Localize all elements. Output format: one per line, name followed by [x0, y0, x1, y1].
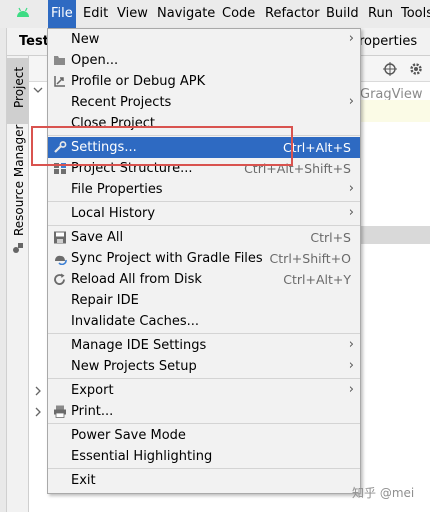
shortcut-label: Ctrl+Alt+Y [283, 272, 351, 287]
menu-item-power-save[interactable]: Power Save Mode [48, 425, 360, 446]
menu-refactor[interactable]: Refactor [262, 0, 323, 28]
menu-item-essential-highlighting[interactable]: Essential Highlighting [48, 446, 360, 467]
left-edge-strip [0, 28, 7, 512]
android-icon [17, 7, 29, 17]
menu-item-manage-ide-settings[interactable]: Manage IDE Settings › [48, 335, 360, 356]
menu-item-label: Power Save Mode [71, 428, 186, 443]
submenu-arrow-icon: › [348, 358, 354, 373]
tool-window-bar: Project Resource Manager [7, 56, 29, 512]
menu-item-print[interactable]: Print... [48, 401, 360, 422]
gear-icon[interactable] [409, 62, 423, 76]
chevron-right-icon[interactable] [33, 407, 43, 417]
submenu-arrow-icon: › [348, 94, 354, 109]
main-menu-bar: File Edit View Navigate Code Refactor Bu… [0, 0, 430, 28]
menu-separator [48, 378, 360, 379]
menu-item-sync-gradle[interactable]: Sync Project with Gradle Files Ctrl+Shif… [48, 248, 360, 269]
menu-separator [48, 225, 360, 226]
properties-tab-fragment[interactable]: roperties [359, 34, 417, 49]
menu-item-label: Manage IDE Settings [71, 338, 207, 353]
menu-item-new-projects-setup[interactable]: New Projects Setup › [48, 356, 360, 377]
menu-item-save-all[interactable]: Save All Ctrl+S [48, 227, 360, 248]
locate-target-icon[interactable] [383, 62, 397, 76]
project-tool-window-button[interactable]: Project [7, 58, 29, 124]
menu-item-label: Sync Project with Gradle Files [71, 251, 263, 266]
submenu-arrow-icon: › [348, 337, 354, 352]
menu-item-reload-disk[interactable]: Reload All from Disk Ctrl+Alt+Y [48, 269, 360, 290]
shortcut-label: Ctrl+Shift+O [269, 251, 351, 266]
editor-selection-band [360, 226, 430, 244]
menu-item-local-history[interactable]: Local History › [48, 203, 360, 224]
menu-item-label: Print... [71, 404, 114, 419]
chevron-right-icon[interactable] [33, 386, 43, 396]
menu-separator [48, 423, 360, 424]
file-menu-dropdown: New › Open... Profile or Debug APK Recen… [47, 28, 361, 494]
menu-item-label: Essential Highlighting [71, 449, 213, 464]
menu-separator [48, 333, 360, 334]
menu-item-label: Repair IDE [71, 293, 139, 308]
shortcut-label: Ctrl+S [310, 230, 351, 245]
gradle-sync-icon [55, 255, 67, 265]
printer-icon [54, 405, 66, 418]
menu-item-export[interactable]: Export › [48, 380, 360, 401]
reload-icon [54, 273, 65, 285]
menu-separator [48, 201, 360, 202]
menu-item-label: Recent Projects [71, 95, 172, 110]
menu-item-profile-apk[interactable]: Profile or Debug APK [48, 71, 360, 92]
profile-arrow-icon [54, 76, 65, 87]
menu-item-label: New Projects Setup [71, 359, 197, 374]
editor-highlight-band [360, 100, 430, 122]
menu-item-label: Save All [71, 230, 124, 245]
menu-item-invalidate-caches[interactable]: Invalidate Caches... [48, 311, 360, 332]
menu-item-label: New [71, 32, 100, 47]
menu-item-open[interactable]: Open... [48, 50, 360, 71]
menu-item-new[interactable]: New › [48, 29, 360, 50]
submenu-arrow-icon: › [348, 31, 354, 46]
menu-tools[interactable]: Tools [398, 0, 430, 28]
menu-item-recent-projects[interactable]: Recent Projects › [48, 92, 360, 113]
menu-file[interactable]: File [48, 0, 76, 28]
menu-item-label: Export [71, 383, 114, 398]
menu-edit[interactable]: Edit [80, 0, 111, 28]
menu-item-label: Exit [71, 473, 96, 488]
menu-run[interactable]: Run [365, 0, 396, 28]
menu-separator [48, 468, 360, 469]
submenu-arrow-icon: › [348, 181, 354, 196]
submenu-arrow-icon: › [348, 205, 354, 220]
menu-item-label: Invalidate Caches... [71, 314, 200, 329]
menu-view[interactable]: View [114, 0, 151, 28]
submenu-arrow-icon: › [348, 382, 354, 397]
menu-item-file-properties[interactable]: File Properties › [48, 179, 360, 200]
watermark: 知乎 @mei [352, 486, 415, 500]
menu-item-label: Open... [71, 53, 119, 68]
menu-item-label: Profile or Debug APK [71, 74, 206, 89]
menu-item-label: Reload All from Disk [71, 272, 202, 287]
shortcut-label: Ctrl+Alt+S [282, 140, 351, 155]
chevron-down-icon[interactable] [33, 85, 43, 95]
annotation-highlight-box [31, 126, 293, 166]
resource-manager-icon [13, 243, 23, 253]
menu-item-label: File Properties [71, 182, 163, 197]
resource-manager-label[interactable]: Resource Manager [12, 125, 26, 236]
menu-item-label: Local History [71, 206, 156, 221]
save-icon [54, 231, 66, 244]
menu-navigate[interactable]: Navigate [154, 0, 218, 28]
menu-item-repair-ide[interactable]: Repair IDE [48, 290, 360, 311]
folder-icon [54, 56, 65, 65]
menu-item-exit[interactable]: Exit [48, 470, 360, 491]
menu-build[interactable]: Build [323, 0, 362, 28]
project-label: Project [12, 66, 26, 108]
project-tab-title[interactable]: Test [19, 34, 49, 49]
menu-code[interactable]: Code [219, 0, 258, 28]
